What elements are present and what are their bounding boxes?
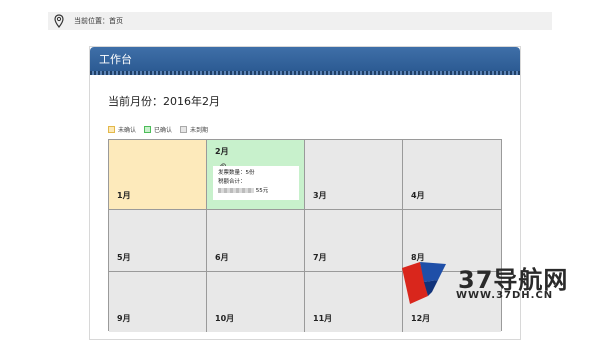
invoice-summary-card: 发票数量：5份 税额合计： 55元: [213, 166, 299, 200]
month-label: 12月: [411, 314, 431, 323]
month-cell-2[interactable]: 2月 发票数量：5份 税额合计： 55元: [207, 140, 305, 210]
panel-title: 工作台: [99, 53, 132, 66]
legend-unconfirmed: 未确认: [108, 125, 136, 134]
month-cell-5[interactable]: 5月: [109, 210, 207, 272]
legend-swatch-pending: [180, 126, 188, 133]
invoice-count: 发票数量：5份: [218, 170, 255, 176]
status-legend: 未确认 已确认 未到期: [108, 125, 208, 134]
month-cell-11[interactable]: 11月: [305, 272, 403, 332]
tax-total-label: 税额合计：: [218, 179, 246, 185]
current-month-heading: 当前月份：2016年2月: [108, 95, 220, 108]
month-label: 1月: [117, 191, 131, 200]
month-label: 10月: [215, 314, 235, 323]
legend-swatch-unconfirmed: [108, 126, 115, 133]
month-label: 5月: [117, 253, 131, 262]
redacted-value: [218, 188, 254, 193]
month-cell-3[interactable]: 3月: [305, 140, 403, 210]
month-cell-1[interactable]: 1月: [109, 140, 207, 210]
location-pin-icon: [54, 14, 64, 28]
month-label: 3月: [313, 191, 327, 200]
month-cell-4[interactable]: 4月: [403, 140, 501, 210]
site-watermark: 37导航网 WWW.37DH.CN: [398, 258, 598, 308]
legend-label-unconfirmed: 未确认: [118, 127, 137, 134]
month-label: 7月: [313, 253, 327, 262]
watermark-logo-icon: [402, 262, 446, 304]
month-label: 9月: [117, 314, 131, 323]
tax-total-amount: 55元: [255, 188, 269, 194]
month-cell-6[interactable]: 6月: [207, 210, 305, 272]
tax-total-row: 55元: [218, 187, 294, 196]
month-label: 4月: [411, 191, 425, 200]
breadcrumb-text: 当前位置：首页: [74, 17, 123, 25]
legend-label-pending: 未到期: [190, 127, 209, 134]
month-cell-7[interactable]: 7月: [305, 210, 403, 272]
watermark-url: WWW.37DH.CN: [456, 290, 554, 301]
month-cell-9[interactable]: 9月: [109, 272, 207, 332]
legend-pending: 未到期: [180, 125, 208, 134]
legend-label-confirmed: 已确认: [154, 127, 173, 134]
month-label: 11月: [313, 314, 333, 323]
legend-swatch-confirmed: [144, 126, 152, 133]
month-label: 2月: [215, 147, 229, 156]
month-label: 6月: [215, 253, 229, 262]
panel-header: 工作台: [90, 47, 520, 75]
month-cell-10[interactable]: 10月: [207, 272, 305, 332]
breadcrumb: 当前位置：首页: [48, 12, 552, 30]
legend-confirmed: 已确认: [144, 125, 172, 134]
